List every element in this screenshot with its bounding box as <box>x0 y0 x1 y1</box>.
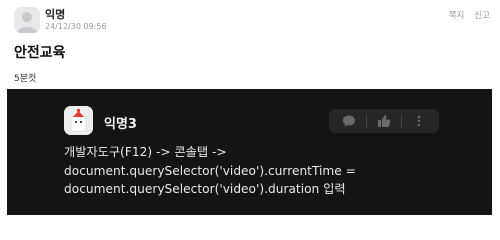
comment-icon <box>343 115 355 127</box>
post-timestamp: 24/12/30 09:56 <box>45 22 107 31</box>
author-name[interactable]: 익명 <box>45 6 65 22</box>
comment-author: 익명3 <box>104 117 137 132</box>
comment-reply-button <box>338 111 360 131</box>
comment-like-button <box>373 111 395 131</box>
comment-more-button <box>408 111 430 131</box>
anonymous-ghost-icon <box>64 106 93 135</box>
more-icon <box>417 115 421 127</box>
post-header: 익명 24/12/30 09:56 쪽지 신고 <box>0 0 500 36</box>
comment-line: 개발자도구(F12) -> 콘솔탭 -> <box>64 145 227 159</box>
user-silhouette-icon <box>17 12 37 33</box>
post-subtitle: 5분컷 <box>14 74 37 84</box>
comment-line: document.querySelector('video').duration… <box>64 182 346 196</box>
post-actions: 쪽지 신고 <box>449 9 490 21</box>
report-button[interactable]: 신고 <box>474 9 490 21</box>
message-button[interactable]: 쪽지 <box>449 9 465 21</box>
comment-avatar <box>64 106 93 135</box>
post-title: 안전교육 <box>14 45 66 61</box>
divider <box>401 115 402 127</box>
embedded-comment-screenshot: 익명3 개발자도구(F12) -> 콘솔탭 -> document.queryS… <box>7 89 492 215</box>
comment-line: document.querySelector('video').currentT… <box>64 163 356 178</box>
divider <box>366 115 367 127</box>
comment-action-bar <box>329 109 439 133</box>
comment-body: 개발자도구(F12) -> 콘솔탭 -> document.querySelec… <box>64 143 484 199</box>
like-icon <box>378 115 391 127</box>
author-avatar[interactable] <box>14 7 40 33</box>
